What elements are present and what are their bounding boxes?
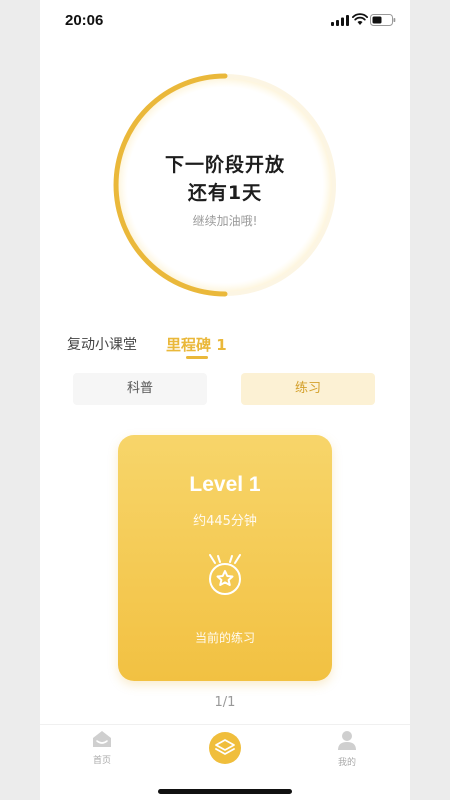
- wifi-icon: [352, 13, 368, 25]
- tab-milestone[interactable]: 里程碑 1: [166, 334, 227, 355]
- segment-practice[interactable]: 练习: [241, 373, 375, 405]
- level-title: Level 1: [189, 473, 261, 496]
- nav-home[interactable]: 首页: [72, 730, 132, 766]
- home-indicator: [158, 789, 292, 794]
- stage-title-line1: 下一阶段开放: [164, 154, 285, 176]
- level-duration: 约445分钟: [193, 514, 257, 529]
- current-practice-label: 当前的练习: [194, 631, 255, 645]
- nav-me[interactable]: 我的: [317, 730, 377, 768]
- status-bar: 20:06: [40, 0, 410, 44]
- active-tab-indicator: [186, 356, 208, 359]
- home-icon: [93, 731, 111, 747]
- tab-classroom[interactable]: 复动小课堂: [67, 334, 137, 354]
- segment-science[interactable]: 科普: [73, 373, 207, 405]
- stage-subtitle: 继续加油哦!: [192, 214, 258, 228]
- status-time: 20:06: [65, 12, 104, 29]
- signal-icon: [331, 15, 349, 26]
- layers-icon: [209, 732, 241, 764]
- nav-me-label: 我的: [337, 758, 356, 768]
- user-icon: [338, 731, 356, 750]
- nav-course[interactable]: [195, 732, 255, 768]
- app-screen: 20:06 下一阶段开放 还有1天 继续加油哦! 复动小课堂 里程碑 1 科普 …: [40, 0, 410, 800]
- nav-home-label: 首页: [92, 756, 111, 766]
- medal-star-icon: [209, 554, 241, 595]
- page-indicator: 1/1: [214, 695, 236, 710]
- stage-title-line2: 还有1天: [187, 182, 263, 204]
- level-card[interactable]: Level 1 约445分钟 当前的练习: [118, 435, 332, 681]
- battery-icon: [370, 14, 396, 26]
